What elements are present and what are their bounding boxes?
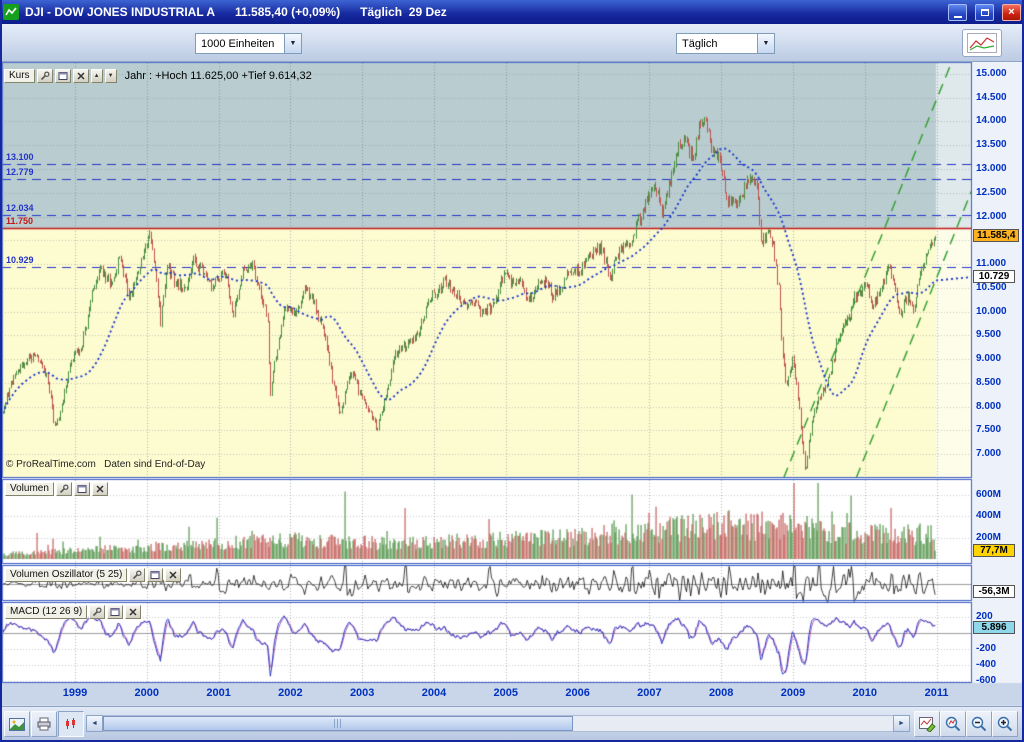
year-high-low-info: Jahr : +Hoch 11.625,00 +Tief 9.614,32 [125,70,312,82]
minimize-button[interactable] [948,4,967,21]
bottom-toolbar: ◄ ► [0,706,1024,742]
close-icon [95,484,105,494]
zoom-out-button[interactable] [966,711,992,737]
wrench-icon [92,607,102,617]
close-button[interactable]: × [1002,4,1021,21]
volume-window-button[interactable] [74,482,90,496]
oscillator-close-button[interactable] [165,568,181,582]
price-panel-label: Kurs [4,69,35,83]
wrench-icon [40,71,50,81]
price-move-down-button[interactable]: ▼ [105,69,117,83]
title-last-price: 11.585,40 (+0,09%) [235,5,340,19]
title-bar: DJI - DOW JONES INDUSTRIAL A 11.585,40 (… [0,0,1024,24]
window-title: DJI - DOW JONES INDUSTRIAL A [25,5,215,19]
scroll-left-button[interactable]: ◄ [86,715,103,732]
volume-panel-header: Volumen [5,481,108,496]
window-icon [150,570,160,580]
timeframe-dropdown-value: Täglich [677,38,757,50]
window-icon [110,607,120,617]
oscillator-panel-label: Volumen Oszillator (5 25) [5,568,127,582]
chevron-down-icon: ▼ [284,34,301,53]
scrollbar-grip-icon [334,719,343,728]
wrench-icon [59,484,69,494]
restore-button[interactable] [975,4,994,21]
zoom-selection-button[interactable] [940,711,966,737]
chart-canvas[interactable] [0,0,1024,742]
zoom-chart-icon [945,716,961,732]
copyright-text: © ProRealTime.com Daten sind End-of-Day [6,459,205,470]
indicator-tool-button[interactable] [58,711,84,737]
units-dropdown-value: 1000 Einheiten [196,38,284,50]
print-button[interactable] [31,711,57,737]
macd-panel-header: MACD (12 26 9) [5,604,141,619]
scroll-right-button[interactable]: ► [893,715,910,732]
export-image-button[interactable] [4,711,30,737]
oscillator-settings-button[interactable] [129,568,145,582]
close-icon [76,71,86,81]
macd-panel-label: MACD (12 26 9) [5,605,87,619]
price-window-button[interactable] [55,69,71,83]
main-toolbar: 1000 Einheiten ▼ Täglich ▼ [0,24,1024,62]
horizontal-scrollbar[interactable]: ◄ ► [86,715,910,732]
oscillator-window-button[interactable] [147,568,163,582]
price-settings-button[interactable] [37,69,53,83]
price-move-up-button[interactable]: ▲ [91,69,103,83]
mini-chart-icon [967,33,997,53]
red-candles-icon [64,717,78,731]
scrollbar-thumb[interactable] [103,716,573,731]
image-icon [9,718,25,731]
macd-settings-button[interactable] [89,605,105,619]
close-icon [128,607,138,617]
volume-panel-label: Volumen [5,482,54,496]
minimize-icon [954,16,962,18]
price-close-button[interactable] [73,69,89,83]
volume-close-button[interactable] [92,482,108,496]
window-icon [58,71,68,81]
application-window: DJI - DOW JONES INDUSTRIAL A 11.585,40 (… [0,0,1024,742]
macd-close-button[interactable] [125,605,141,619]
close-icon [168,570,178,580]
macd-window-button[interactable] [107,605,123,619]
zoom-in-button[interactable] [992,711,1018,737]
chart-edit-button[interactable] [914,711,940,737]
units-dropdown[interactable]: 1000 Einheiten ▼ [195,33,302,54]
scrollbar-track[interactable] [103,715,893,732]
printer-icon [36,717,52,731]
app-icon [3,4,19,20]
chart-settings-button[interactable] [962,29,1002,57]
oscillator-panel-header: Volumen Oszillator (5 25) [5,567,181,582]
title-timeframe: Täglich 29 Dez [360,5,447,19]
price-panel-header: Kurs ▲ ▼ Jahr : +Hoch 11.625,00 +Tief 9.… [4,68,312,83]
wrench-icon [132,570,142,580]
volume-settings-button[interactable] [56,482,72,496]
chart-pencil-icon [919,716,936,732]
restore-icon [981,9,989,16]
window-border-left [0,0,2,742]
zoom-out-icon [971,716,987,732]
zoom-in-icon [997,716,1013,732]
timeframe-dropdown[interactable]: Täglich ▼ [676,33,775,54]
window-icon [77,484,87,494]
chevron-down-icon: ▼ [757,34,774,53]
